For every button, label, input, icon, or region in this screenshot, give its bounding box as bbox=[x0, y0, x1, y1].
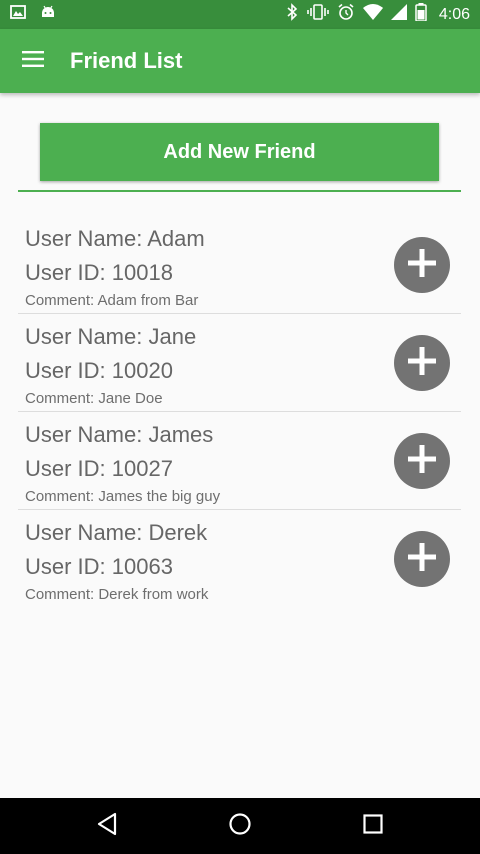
friend-name: User Name: Derek bbox=[25, 520, 208, 545]
android-icon bbox=[40, 4, 56, 25]
app-bar: Friend List bbox=[0, 29, 480, 93]
status-time: 4:06 bbox=[438, 5, 470, 23]
back-icon bbox=[96, 812, 118, 841]
status-right-icons: 4:06 bbox=[285, 3, 470, 26]
friend-list-item[interactable]: User Name: Jane User ID: 10020 Comment: … bbox=[18, 314, 461, 412]
vibrate-icon bbox=[307, 3, 329, 26]
navigation-bar bbox=[0, 798, 480, 854]
page-title: Friend List bbox=[70, 48, 183, 73]
friend-name: User Name: James bbox=[25, 422, 214, 447]
home-icon bbox=[228, 812, 252, 841]
friend-id: User ID: 10063 bbox=[25, 554, 173, 579]
friend-comment: Comment: Jane Doe bbox=[25, 390, 163, 407]
friend-id: User ID: 10020 bbox=[25, 358, 173, 383]
friend-list: User Name: Adam User ID: 10018 Comment: … bbox=[18, 216, 461, 608]
status-bar: 4:06 bbox=[0, 0, 480, 29]
friend-id: User ID: 10018 bbox=[25, 260, 173, 285]
add-friend-circle-button[interactable] bbox=[394, 335, 450, 391]
add-friend-circle-button[interactable] bbox=[394, 531, 450, 587]
friend-list-item[interactable]: User Name: Adam User ID: 10018 Comment: … bbox=[18, 216, 461, 314]
wifi-icon bbox=[362, 4, 383, 25]
alarm-icon bbox=[337, 3, 355, 26]
friend-comment: Comment: James the big guy bbox=[25, 488, 221, 505]
friend-list-item[interactable]: User Name: James User ID: 10027 Comment:… bbox=[18, 412, 461, 510]
friend-name: User Name: Jane bbox=[25, 324, 197, 349]
plus-icon bbox=[407, 248, 437, 283]
signal-icon bbox=[390, 4, 407, 25]
friend-comment: Comment: Adam from Bar bbox=[25, 292, 199, 309]
back-button[interactable] bbox=[77, 798, 137, 854]
recents-button[interactable] bbox=[343, 798, 403, 854]
green-divider bbox=[18, 190, 461, 192]
plus-icon bbox=[407, 542, 437, 577]
friend-name: User Name: Adam bbox=[25, 226, 205, 251]
screen: 4:06 Friend List Add New Friend User Nam… bbox=[0, 0, 480, 854]
plus-icon bbox=[407, 346, 437, 381]
bluetooth-icon bbox=[285, 3, 299, 26]
menu-button[interactable] bbox=[0, 29, 66, 93]
add-friend-circle-button[interactable] bbox=[394, 433, 450, 489]
add-new-friend-button[interactable]: Add New Friend bbox=[40, 123, 439, 181]
image-icon bbox=[10, 4, 26, 25]
add-friend-circle-button[interactable] bbox=[394, 237, 450, 293]
friend-comment: Comment: Derek from work bbox=[25, 586, 209, 603]
friend-id: User ID: 10027 bbox=[25, 456, 173, 481]
recents-icon bbox=[362, 813, 384, 840]
home-button[interactable] bbox=[210, 798, 270, 854]
plus-icon bbox=[407, 444, 437, 479]
hamburger-menu-icon bbox=[22, 50, 44, 73]
battery-icon bbox=[415, 3, 427, 26]
status-left-icons bbox=[10, 4, 56, 25]
friend-list-item[interactable]: User Name: Derek User ID: 10063 Comment:… bbox=[18, 510, 461, 608]
